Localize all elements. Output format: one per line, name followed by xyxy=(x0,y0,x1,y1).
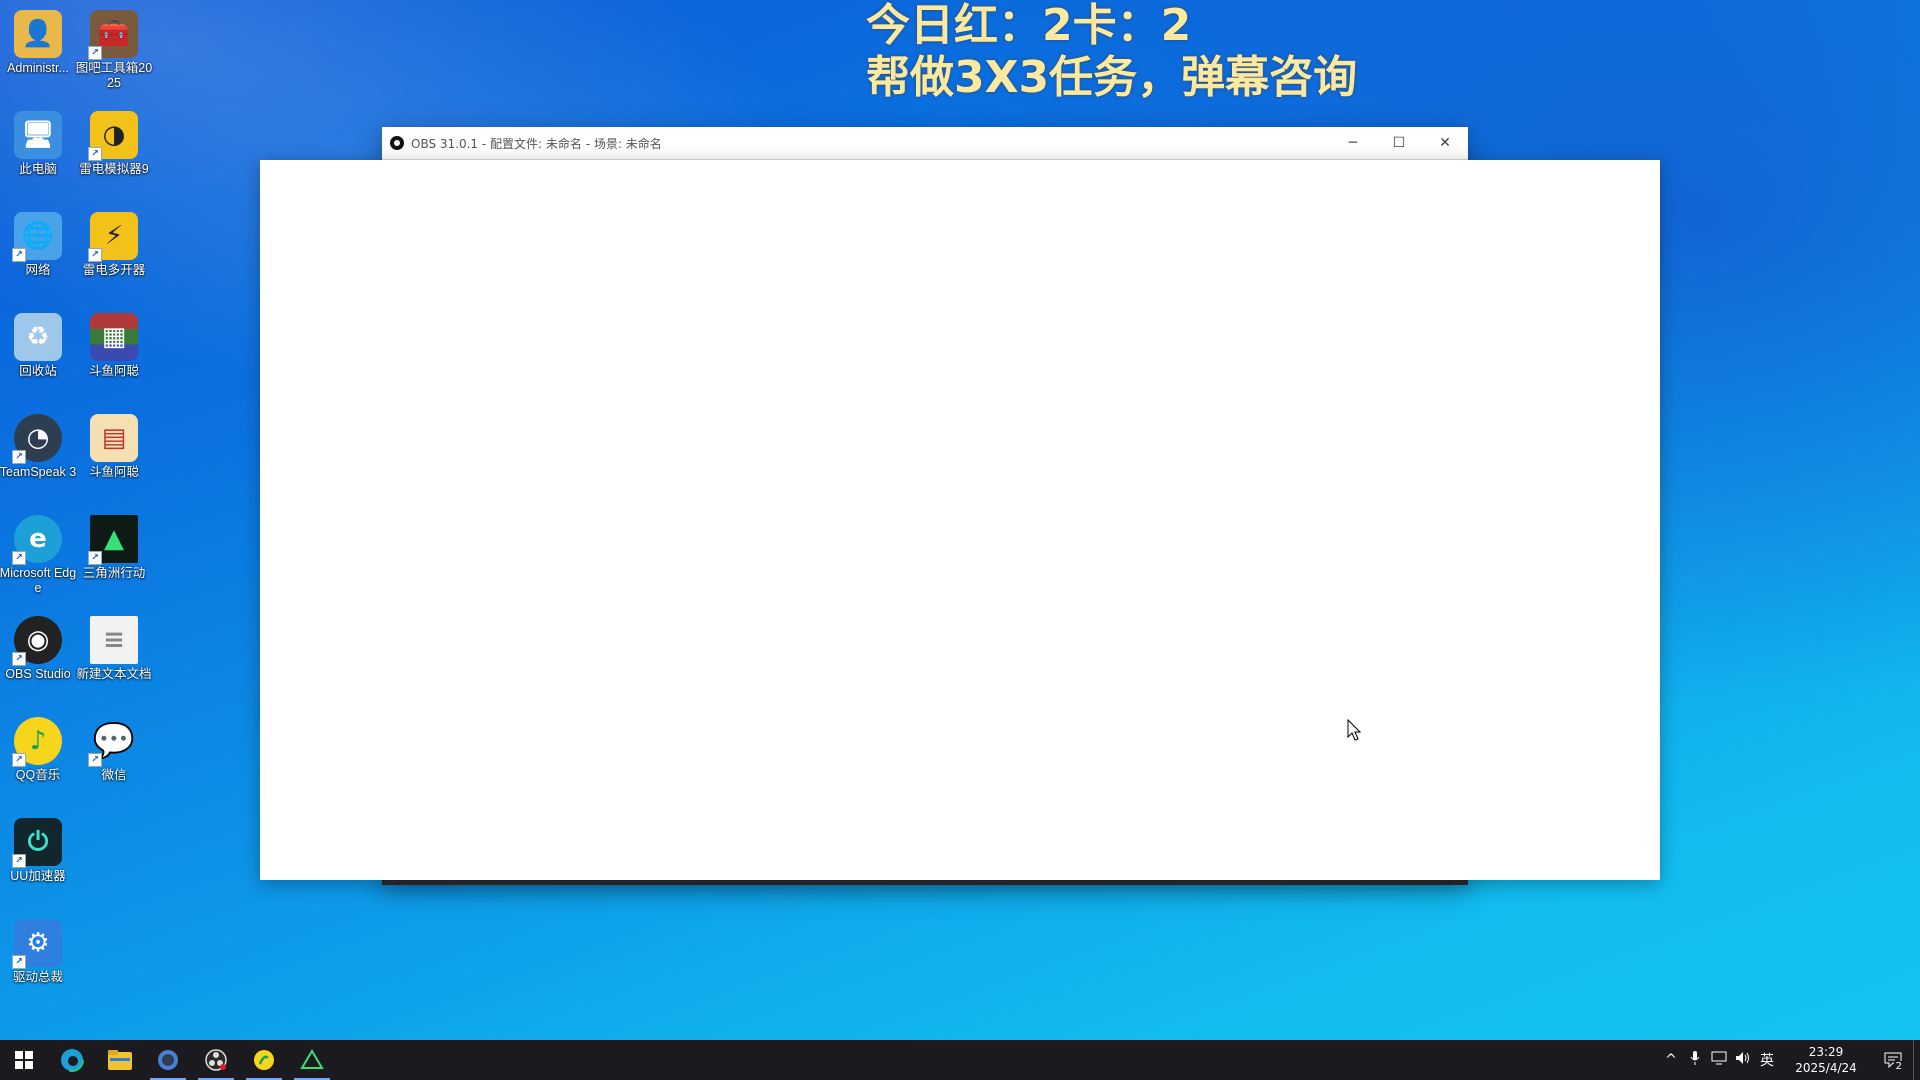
taskbar-file-explorer[interactable] xyxy=(96,1040,144,1080)
ldplayer-icon: ◑ ↗ xyxy=(88,111,138,161)
uu-accelerator-icon: ⏻ ↗ xyxy=(12,818,62,868)
mouse-cursor-icon xyxy=(1347,718,1362,741)
ime-indicator[interactable]: 英 xyxy=(1755,1050,1779,1070)
file-explorer-icon xyxy=(108,1050,132,1070)
taskbar-delta-force[interactable] xyxy=(288,1040,336,1080)
start-button[interactable] xyxy=(0,1040,48,1080)
network-status-icon[interactable] xyxy=(1707,1051,1731,1069)
desktop-icon-label: 回收站 xyxy=(19,364,57,378)
desktop-icon-label: 雷电模拟器9 xyxy=(79,162,149,176)
overlay-line-1: 今日红：2卡：2 xyxy=(866,0,1192,51)
desktop-icon-toolbox[interactable]: 🧰 ↗ 图吧工具箱2025 xyxy=(76,0,152,96)
desktop-icon-wechat[interactable]: 💬 ↗ 微信 xyxy=(76,707,152,803)
system-tray: ^ 英 23:29 2025/4/24 2 xyxy=(1659,1040,1920,1080)
windows-start-icon xyxy=(15,1051,33,1069)
desktop-icon-label: 新建文本文档 xyxy=(76,667,152,681)
desktop-icon-label: 三角洲行动 xyxy=(82,566,146,580)
clock-date: 2025/4/24 xyxy=(1795,1061,1857,1075)
qq-music-icon xyxy=(254,1050,274,1070)
desktop-icon-label: 此电脑 xyxy=(19,162,57,176)
obs-window-title: OBS 31.0.1 - 配置文件: 未命名 - 场景: 未命名 xyxy=(411,136,662,151)
volume-icon[interactable] xyxy=(1731,1051,1755,1069)
desktop-icon-this-pc[interactable]: 🖥 此电脑 xyxy=(0,101,76,197)
desktop-icon-delta-force[interactable]: ▲ ↗ 三角洲行动 xyxy=(76,505,152,601)
document-icon: ▤ xyxy=(90,414,138,462)
text-file-icon: ≡ xyxy=(90,616,138,664)
taskbar-teamspeak[interactable] xyxy=(144,1040,192,1080)
taskbar-clock[interactable]: 23:29 2025/4/24 xyxy=(1787,1044,1865,1076)
desktop-icon-label: 驱动总裁 xyxy=(12,970,63,984)
ld-multi-icon: ⚡ ↗ xyxy=(88,212,138,262)
edge-icon xyxy=(60,1048,84,1072)
overlay-line-2: 帮做3X3任务，弹幕咨询 xyxy=(866,52,1358,103)
wechat-icon: 💬 ↗ xyxy=(88,717,138,767)
computer-icon: 🖥 xyxy=(14,111,62,159)
maximize-button[interactable]: ☐ xyxy=(1376,127,1422,159)
desktop-icon-ldplayer[interactable]: ◑ ↗ 雷电模拟器9 xyxy=(76,101,152,197)
desktop-icon-new-text[interactable]: ≡ 新建文本文档 xyxy=(76,606,152,702)
toolbox-icon: 🧰 ↗ xyxy=(88,10,138,60)
desktop-icon-obs[interactable]: ◉ ↗ OBS Studio xyxy=(0,606,76,702)
taskbar-qq-music[interactable] xyxy=(240,1040,288,1080)
recycle-bin-icon: ♻ xyxy=(14,313,62,361)
show-desktop-button[interactable] xyxy=(1913,1040,1920,1080)
desktop-icon-recycle-bin[interactable]: ♻ 回收站 xyxy=(0,303,76,399)
window-controls: ─ ☐ ✕ xyxy=(1330,127,1468,159)
desktop-icon-label: 斗鱼阿聪 xyxy=(88,465,139,479)
desktop-icon-label: 图吧工具箱2025 xyxy=(75,61,153,90)
desktop-icon-label: UU加速器 xyxy=(10,869,66,883)
obs-titlebar[interactable]: OBS 31.0.1 - 配置文件: 未命名 - 场景: 未命名 ─ ☐ ✕ xyxy=(382,127,1468,160)
taskbar: ^ 英 23:29 2025/4/24 2 xyxy=(0,1040,1920,1080)
winrar-icon: ▦ xyxy=(90,313,138,361)
clock-time: 23:29 xyxy=(1808,1045,1844,1059)
microphone-icon[interactable] xyxy=(1683,1051,1707,1069)
delta-force-icon xyxy=(300,1049,324,1069)
desktop-icon-label: Administr... xyxy=(7,61,69,75)
close-button[interactable]: ✕ xyxy=(1422,127,1468,159)
obs-icon: ◉ ↗ xyxy=(12,616,62,666)
desktop-icon-label: QQ音乐 xyxy=(15,768,61,782)
taskbar-edge[interactable] xyxy=(48,1040,96,1080)
desktop-icon-label: 网络 xyxy=(25,263,51,277)
stream-overlay-caption: 今日红：2卡：2 帮做3X3任务，弹幕咨询 xyxy=(866,0,1357,104)
desktop-icon-label: 微信 xyxy=(101,768,127,782)
driver-icon: ⚙ ↗ xyxy=(12,919,62,969)
minimize-button[interactable]: ─ xyxy=(1330,127,1376,159)
desktop-icon-network[interactable]: 🌐 ↗ 网络 xyxy=(0,202,76,298)
taskbar-obs[interactable] xyxy=(192,1040,240,1080)
desktop-icon-label: 斗鱼阿聪 xyxy=(88,364,139,378)
desktop-icon-ld-multi[interactable]: ⚡ ↗ 雷电多开器 xyxy=(76,202,152,298)
desktop-icon-qq-music[interactable]: ♪ ↗ QQ音乐 xyxy=(0,707,76,803)
desktop-icon-teamspeak[interactable]: ◔ ↗ TeamSpeak 3 xyxy=(0,404,76,500)
obs-logo-icon xyxy=(390,136,404,150)
teamspeak-icon: ◔ ↗ xyxy=(12,414,62,464)
obs-icon xyxy=(205,1049,227,1071)
desktop-icon-label: 雷电多开器 xyxy=(82,263,146,277)
network-icon: 🌐 ↗ xyxy=(12,212,62,262)
notification-count-badge: 2 xyxy=(1893,1061,1904,1072)
desktop-icon-driver[interactable]: ⚙ ↗ 驱动总裁 xyxy=(0,909,76,1005)
desktop-icon-edge[interactable]: e ↗ Microsoft Edge xyxy=(0,505,76,601)
edge-icon: e ↗ xyxy=(12,515,62,565)
desktop-icon-label: TeamSpeak 3 xyxy=(0,465,77,479)
desktop: 今日红：2卡：2 帮做3X3任务，弹幕咨询 👤 Administr... 🖥 此… xyxy=(0,0,1920,1040)
teamspeak-icon xyxy=(158,1050,178,1070)
user-folder-icon: 👤 xyxy=(14,10,62,58)
desktop-icon-label: Microsoft Edge xyxy=(0,566,77,595)
desktop-icon-winrar[interactable]: ▦ 斗鱼阿聪 xyxy=(76,303,152,399)
desktop-icon-administrator[interactable]: 👤 Administr... xyxy=(0,0,76,96)
delta-force-icon: ▲ ↗ xyxy=(88,515,138,565)
desktop-icon-uu[interactable]: ⏻ ↗ UU加速器 xyxy=(0,808,76,904)
blank-dialog-window[interactable] xyxy=(260,160,1660,880)
desktop-icon-document[interactable]: ▤ 斗鱼阿聪 xyxy=(76,404,152,500)
action-center-button[interactable]: 2 xyxy=(1873,1040,1913,1080)
desktop-icon-label: OBS Studio xyxy=(5,667,71,681)
tray-overflow-chevron-icon[interactable]: ^ xyxy=(1659,1052,1683,1068)
qq-music-icon: ♪ ↗ xyxy=(12,717,62,767)
